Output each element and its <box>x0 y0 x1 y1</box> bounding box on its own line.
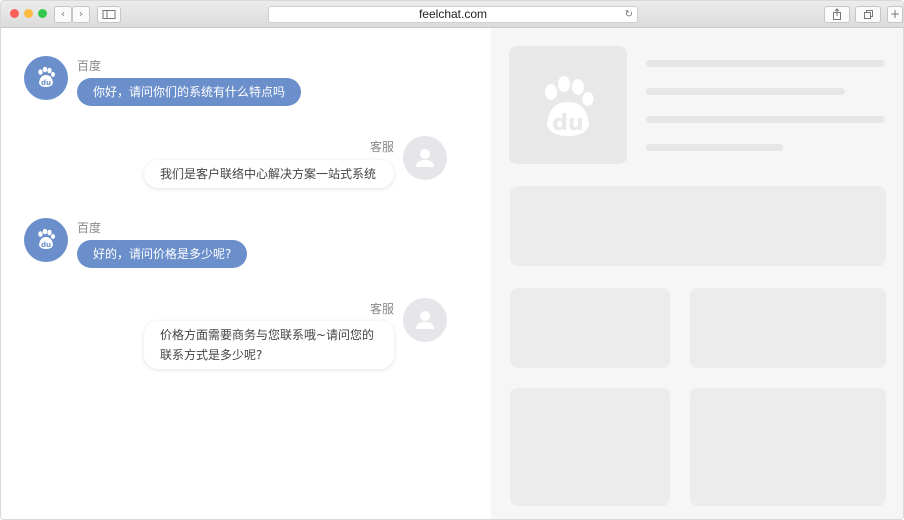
tabs-overview-button[interactable] <box>855 6 881 23</box>
logo-placeholder: du <box>509 46 627 164</box>
share-icon <box>833 8 841 20</box>
text-placeholder-line <box>646 144 783 151</box>
content-placeholder-wide <box>510 186 886 266</box>
user-silhouette-icon <box>416 311 434 329</box>
content-placeholder-card <box>510 288 670 368</box>
address-bar[interactable]: feelchat.com ↻ <box>268 6 638 23</box>
chevron-right-icon: › <box>79 9 83 20</box>
minimize-window-button[interactable] <box>24 9 33 18</box>
svg-text:du: du <box>41 79 51 87</box>
svg-text:du: du <box>41 241 51 249</box>
baidu-avatar: du <box>24 56 68 100</box>
content-placeholder-card <box>510 388 670 506</box>
message-sender: 百度 <box>77 221 102 235</box>
share-button[interactable] <box>824 6 850 23</box>
back-button[interactable]: ‹ <box>54 6 72 23</box>
content-placeholder-card <box>690 388 886 506</box>
agent-message-bubble: 我们是客户联络中心解决方案一站式系统 <box>144 160 394 188</box>
baidu-paw-icon: du <box>38 228 55 249</box>
content-placeholder-card <box>690 288 886 368</box>
browser-window: ‹ › feelchat.com ↻ + du 百度 你好，请问你们的系统有什么… <box>0 0 904 520</box>
agent-message-bubble: 价格方面需要商务与您联系哦~请问您的联系方式是多少呢? <box>144 321 394 369</box>
message-sender: 百度 <box>77 59 102 73</box>
url-text: feelchat.com <box>418 7 488 21</box>
user-silhouette-icon <box>416 149 434 167</box>
sidebar-toggle-button[interactable] <box>97 6 121 23</box>
info-sidebar: du <box>491 28 903 519</box>
baidu-logo-icon: du <box>545 76 594 136</box>
message-sender: 客服 <box>370 140 395 154</box>
tabs-icon <box>864 10 873 19</box>
browser-toolbar: ‹ › feelchat.com ↻ + <box>1 1 903 28</box>
chat-panel: du 百度 你好，请问你们的系统有什么特点吗 客服 我们是客户联络中心解决方案一… <box>1 28 491 519</box>
forward-button[interactable]: › <box>72 6 90 23</box>
svg-text:du: du <box>552 111 583 136</box>
agent-avatar <box>403 298 447 342</box>
plus-icon: + <box>889 7 901 21</box>
chevron-left-icon: ‹ <box>61 9 65 20</box>
close-window-button[interactable] <box>10 9 19 18</box>
maximize-window-button[interactable] <box>38 9 47 18</box>
sidebar-icon <box>102 10 116 19</box>
user-message-bubble: 你好，请问你们的系统有什么特点吗 <box>77 78 302 106</box>
text-placeholder-line <box>646 88 845 95</box>
new-tab-button[interactable]: + <box>887 6 903 23</box>
baidu-avatar: du <box>24 218 68 262</box>
user-message-bubble: 好的，请问价格是多少呢? <box>77 240 248 268</box>
agent-avatar <box>403 136 447 180</box>
reload-icon[interactable]: ↻ <box>625 7 633 22</box>
text-placeholder-line <box>646 116 885 123</box>
message-sender: 客服 <box>370 302 395 316</box>
baidu-paw-icon: du <box>38 66 55 87</box>
text-placeholder-line <box>646 60 885 67</box>
